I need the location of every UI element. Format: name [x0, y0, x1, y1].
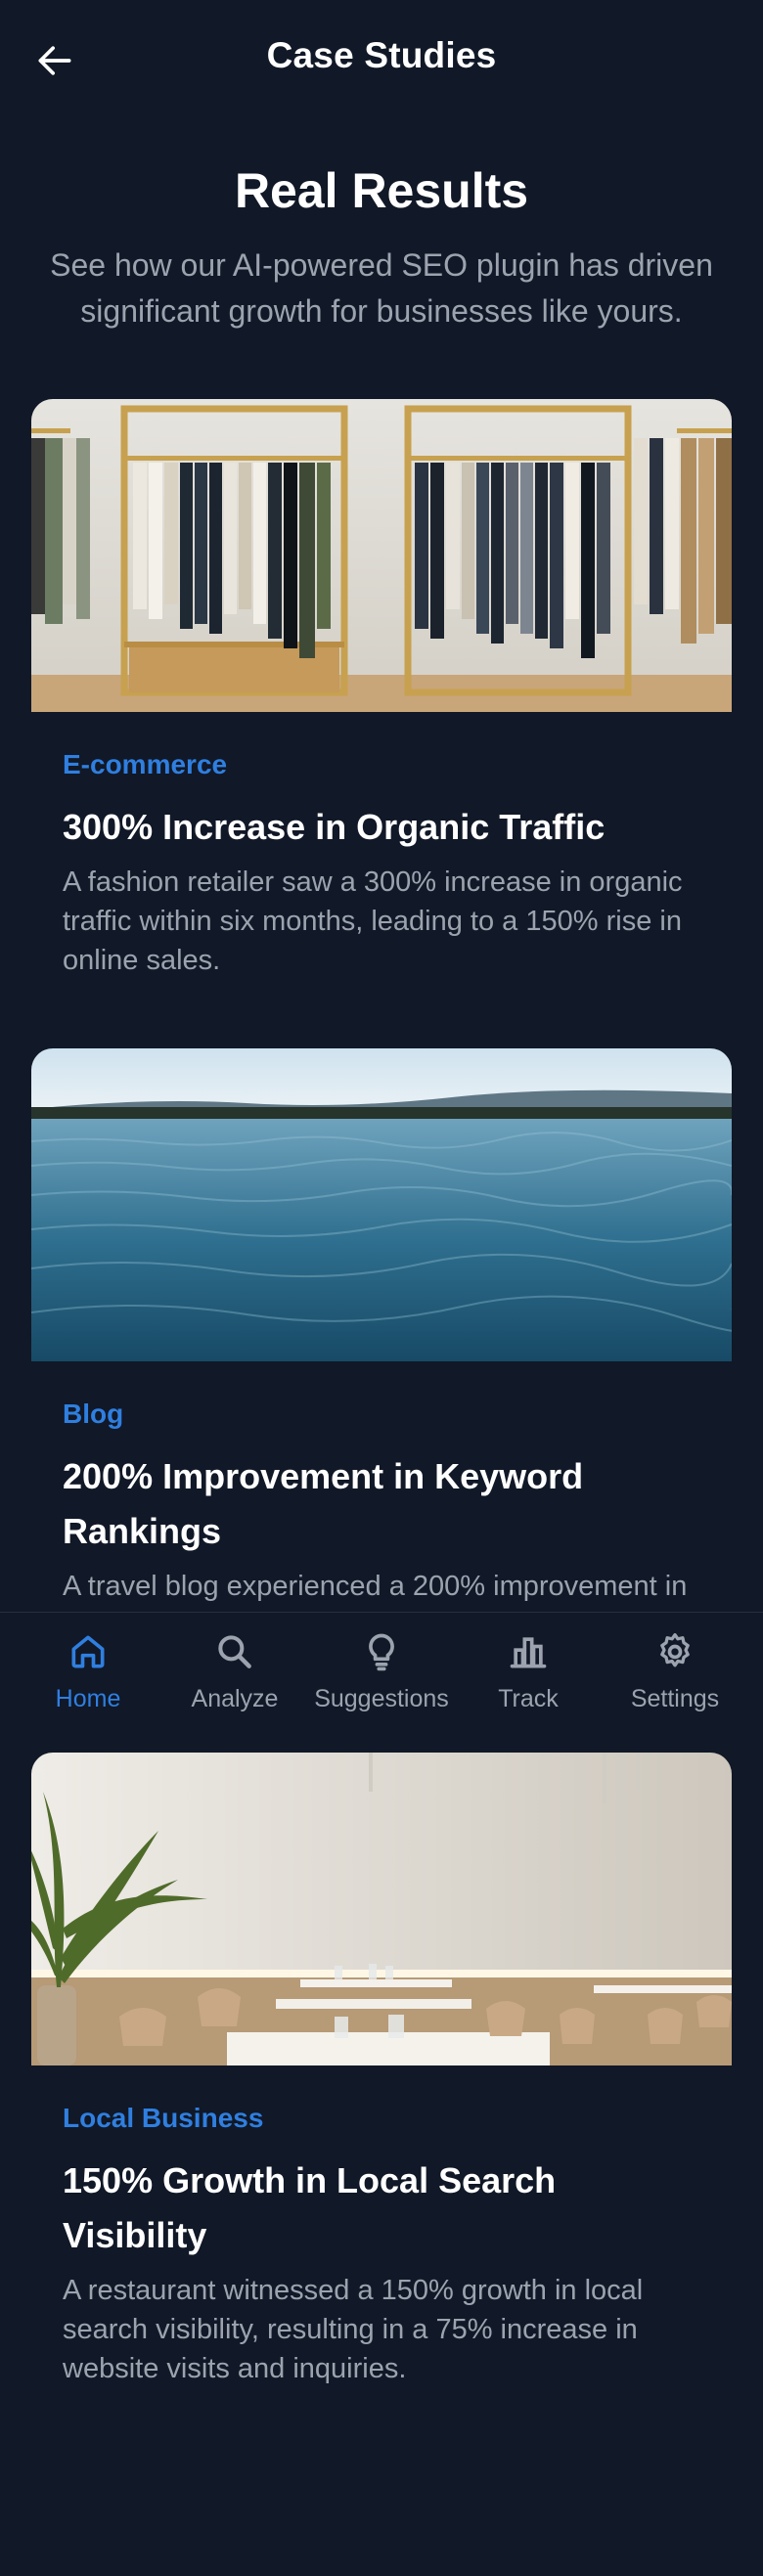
tab-label: Analyze [191, 1685, 279, 1712]
tab-label: Suggestions [314, 1685, 449, 1712]
case-category: E-commerce [63, 749, 228, 779]
tab-home[interactable]: Home [15, 1626, 161, 1713]
case-description: A restaurant witnessed a 150% growth in … [63, 2275, 644, 2384]
clothing-rack-photo [31, 399, 732, 712]
tab-label: Home [55, 1685, 121, 1712]
bar-chart-icon [510, 1637, 547, 1668]
tab-label: Track [498, 1685, 559, 1712]
search-icon [218, 1635, 251, 1668]
case-category: Blog [63, 1399, 124, 1429]
case-title: 150% Growth in Local Search Visibility [63, 2160, 557, 2255]
lake-photo [31, 1048, 732, 1361]
tab-track[interactable]: Track [455, 1626, 602, 1713]
case-category: Local Business [63, 2103, 264, 2133]
home-icon [71, 1635, 105, 1668]
case-title: 300% Increase in Organic Traffic [63, 807, 606, 847]
restaurant-interior-photo [31, 1753, 732, 2065]
tab-settings[interactable]: Settings [602, 1626, 748, 1713]
tab-label: Settings [630, 1685, 720, 1712]
tab-suggestions[interactable]: Suggestions [308, 1626, 455, 1713]
top-app-bar: Case Studies [0, 0, 763, 117]
page-title: Case Studies [266, 35, 497, 75]
case-study-card-blog[interactable]: Blog 200% Improvement in Keyword Ranking… [31, 1048, 732, 1645]
bottom-tab-bar: Home Analyze Suggestions Track Settings [0, 1612, 763, 1750]
hero-title: Real Results [234, 163, 529, 218]
tab-analyze[interactable]: Analyze [161, 1626, 308, 1713]
case-title: 200% Improvement in Keyword Rankings [63, 1456, 584, 1551]
hero-subtitle: See how our AI-powered SEO plugin has dr… [50, 247, 713, 329]
case-description: A fashion retailer saw a 300% increase i… [63, 866, 683, 976]
case-study-card-ecommerce[interactable]: E-commerce 300% Increase in Organic Traf… [31, 399, 732, 980]
lightbulb-icon [369, 1633, 394, 1671]
case-study-card-local-business[interactable]: Local Business 150% Growth in Local Sear… [31, 1753, 732, 2388]
gear-icon [660, 1632, 690, 1667]
